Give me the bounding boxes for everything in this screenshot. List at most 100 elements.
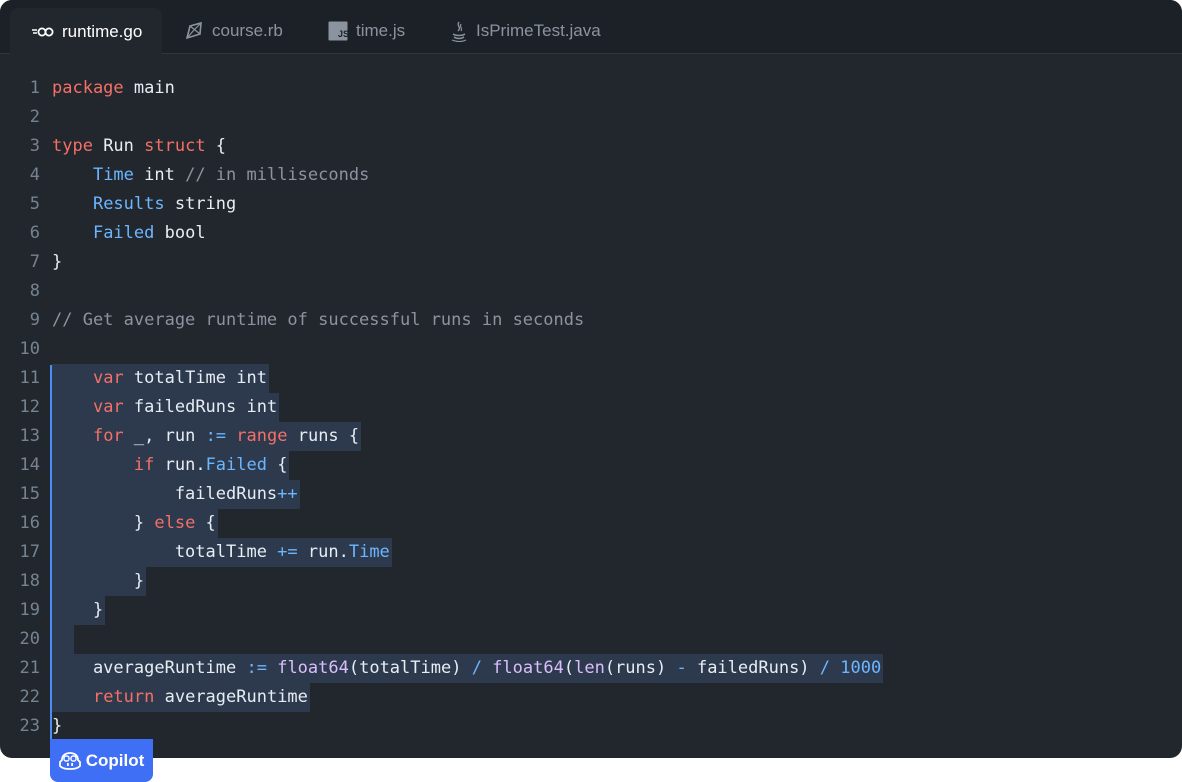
code-line[interactable]: 2	[0, 103, 1182, 132]
code-line[interactable]: 17 totalTime += run.Time	[0, 538, 1182, 567]
code-token: type	[52, 136, 93, 156]
tab-time-js[interactable]: JS time.js	[306, 8, 425, 54]
code-token: }	[52, 513, 155, 533]
suggested-code: if run.Failed {	[52, 451, 290, 480]
code-line[interactable]: 20	[0, 625, 1182, 654]
suggested-code: var failedRuns int	[52, 393, 280, 422]
code-token: Failed	[205, 455, 267, 475]
code-line[interactable]: 6 Failed bool	[0, 219, 1182, 248]
code-line[interactable]: 21 averageRuntime := float64(totalTime) …	[0, 654, 1182, 683]
ruby-icon	[184, 21, 204, 41]
line-number: 5	[29, 194, 40, 214]
code-token: Run	[92, 136, 145, 156]
code-line[interactable]: 8	[0, 277, 1182, 306]
line-number: 10	[19, 339, 40, 359]
code-token: package	[52, 78, 124, 98]
code-token: main	[123, 78, 175, 98]
code-text: Results string	[52, 190, 236, 219]
line-number: 2	[29, 107, 40, 127]
tab-label: course.rb	[212, 21, 283, 40]
code-token: Results	[92, 194, 165, 214]
line-number: 18	[19, 571, 40, 591]
code-line[interactable]: 12 var failedRuns int	[0, 393, 1182, 422]
code-token: totalTime int	[123, 368, 267, 388]
code-token: :=	[205, 426, 227, 446]
code-token: len	[574, 658, 605, 678]
code-token: }	[52, 716, 63, 736]
code-token: Time	[92, 165, 134, 185]
code-token: if	[133, 455, 155, 475]
file-tab-bar: runtime.go course.rb JS time.js IsPrimeT…	[0, 0, 1182, 55]
line-number: 20	[19, 629, 40, 649]
line-number: 22	[19, 687, 40, 707]
code-line[interactable]: 3 type Run struct {	[0, 132, 1182, 161]
code-token: failedRuns	[52, 484, 278, 504]
code-token: int	[133, 165, 186, 185]
line-number: 13	[19, 426, 40, 446]
code-token: run.	[154, 455, 206, 475]
tab-isprimetest-java[interactable]: IsPrimeTest.java	[428, 8, 621, 54]
code-line[interactable]: 4 Time int // in milliseconds	[0, 161, 1182, 190]
go-icon	[32, 26, 54, 38]
tab-runtime-go[interactable]: runtime.go	[10, 8, 163, 55]
code-token: bool	[154, 223, 206, 243]
line-number: 9	[29, 310, 40, 330]
code-line[interactable]: 15 failedRuns++	[0, 480, 1182, 509]
code-token: ++	[277, 484, 298, 504]
suggested-code: averageRuntime := float64(totalTime) / f…	[52, 654, 884, 683]
line-number: 6	[29, 223, 40, 243]
suggested-code: }	[52, 567, 147, 596]
code-token: float64	[492, 658, 564, 678]
line-number: 17	[19, 542, 40, 562]
code-line[interactable]: 1 package main	[0, 74, 1182, 103]
code-area[interactable]: 1 package main 2 3 type Run struct {4 Time i…	[0, 74, 1182, 741]
code-token: return	[92, 687, 155, 707]
code-text: // Get average runtime of successful run…	[52, 306, 584, 335]
code-line[interactable]: 16 } else {	[0, 509, 1182, 538]
code-token: failedRuns)	[686, 658, 820, 678]
code-editor-window: runtime.go course.rb JS time.js IsPrimeT…	[0, 0, 1182, 758]
code-token: (runs)	[604, 658, 677, 678]
copilot-button[interactable]: Copilot	[50, 739, 153, 782]
code-token: struct	[144, 136, 206, 156]
code-line[interactable]: 18 }	[0, 567, 1182, 596]
code-line[interactable]: 10	[0, 335, 1182, 364]
code-token: }	[52, 252, 63, 272]
tab-course-rb[interactable]: course.rb	[162, 8, 303, 54]
code-line[interactable]: 5 Results string	[0, 190, 1182, 219]
code-line[interactable]: 9 // Get average runtime of successful ru…	[0, 306, 1182, 335]
code-token: }	[52, 600, 104, 620]
code-line[interactable]: 14 if run.Failed {	[0, 451, 1182, 480]
line-number: 14	[19, 455, 40, 475]
code-line[interactable]: 19 }	[0, 596, 1182, 625]
line-number: 3	[29, 136, 40, 156]
code-text: Time int // in milliseconds	[52, 161, 369, 190]
code-token: /	[471, 658, 482, 678]
code-line[interactable]: 7}	[0, 248, 1182, 277]
code-token: {	[195, 513, 216, 533]
line-number: 15	[19, 484, 40, 504]
suggested-code: return averageRuntime	[52, 683, 310, 712]
code-token: for	[92, 426, 124, 446]
suggested-code: var totalTime int	[52, 364, 269, 393]
code-line[interactable]: 11 var totalTime int	[0, 364, 1182, 393]
code-token: Failed	[92, 223, 155, 243]
tab-label: IsPrimeTest.java	[476, 21, 601, 40]
code-line[interactable]: 22 return averageRuntime	[0, 683, 1182, 712]
code-line[interactable]: 23}	[0, 712, 1182, 741]
code-token: +=	[277, 542, 298, 562]
suggestion-indicator-bar	[50, 365, 52, 739]
code-line[interactable]: 13 for _, run := range runs {	[0, 422, 1182, 451]
suggested-code: } else {	[52, 509, 218, 538]
code-token: {	[205, 136, 227, 156]
suggested-code	[52, 625, 75, 654]
line-number: 4	[29, 165, 40, 185]
